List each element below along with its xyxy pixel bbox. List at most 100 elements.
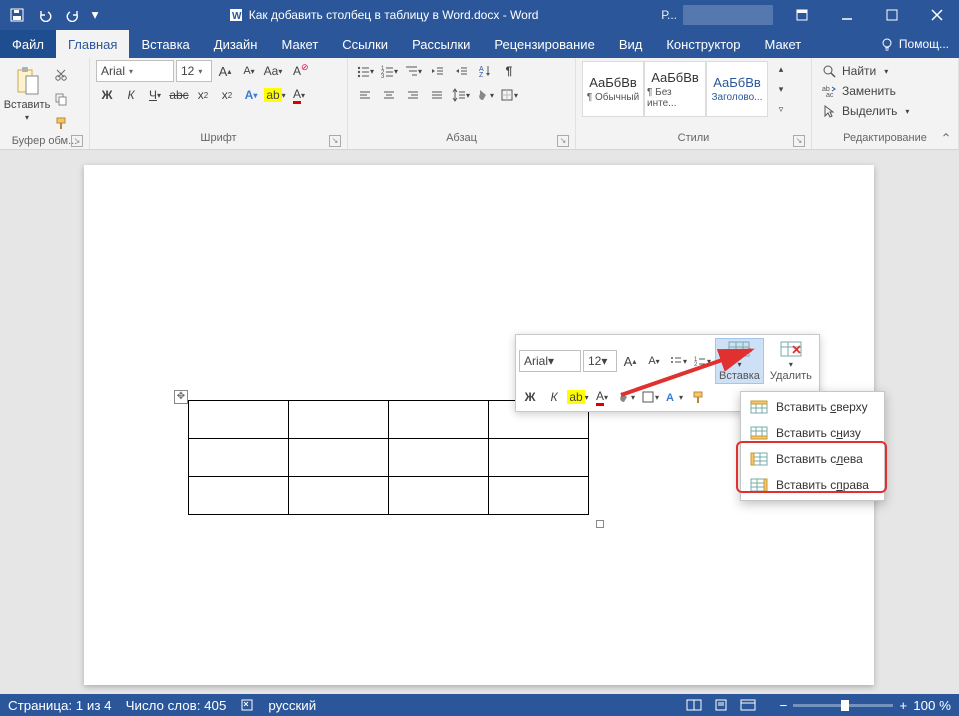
replace-button[interactable]: abacЗаменить: [818, 82, 913, 100]
minimize-button[interactable]: [824, 0, 869, 30]
decrease-indent-button[interactable]: [426, 60, 448, 82]
tab-insert[interactable]: Вставка: [129, 30, 201, 58]
zoom-out[interactable]: −: [780, 698, 788, 713]
grow-font-button[interactable]: A▴: [214, 60, 236, 82]
select-button[interactable]: Выделить▾: [818, 102, 913, 120]
show-marks-button[interactable]: ¶: [498, 60, 520, 82]
numbering-button[interactable]: 123▾: [378, 60, 400, 82]
redo-button[interactable]: [60, 1, 86, 29]
zoom-value[interactable]: 100 %: [913, 698, 951, 713]
mini-shrink-font[interactable]: A▾: [643, 350, 665, 372]
ribbon-display-button[interactable]: [779, 0, 824, 30]
mini-styles[interactable]: A▾: [663, 386, 685, 408]
sort-button[interactable]: AZ: [474, 60, 496, 82]
superscript-button[interactable]: x2: [216, 84, 238, 106]
mini-borders[interactable]: ▾: [639, 386, 661, 408]
bullets-button[interactable]: ▾: [354, 60, 376, 82]
menu-insert-below[interactable]: Вставить снизу: [743, 420, 882, 446]
increase-indent-button[interactable]: [450, 60, 472, 82]
tab-review[interactable]: Рецензирование: [482, 30, 606, 58]
tab-design[interactable]: Дизайн: [202, 30, 270, 58]
styles-scroll-up[interactable]: ▴: [770, 60, 792, 78]
tab-mailings[interactable]: Рассылки: [400, 30, 482, 58]
mini-numbering[interactable]: 12▾: [691, 350, 713, 372]
qat-customize-button[interactable]: ▾: [88, 1, 102, 29]
collapse-ribbon-button[interactable]: ⌃: [937, 131, 955, 147]
underline-button[interactable]: Ч▾: [144, 84, 166, 106]
undo-button[interactable]: [32, 1, 58, 29]
highlight-button[interactable]: ab▾: [264, 84, 286, 106]
close-button[interactable]: [914, 0, 959, 30]
find-button[interactable]: Найти▾: [818, 62, 913, 80]
style-heading1[interactable]: АаБбВвЗаголово...: [706, 61, 768, 117]
tab-home[interactable]: Главная: [56, 30, 129, 58]
font-dialog-launcher[interactable]: ↘: [329, 135, 341, 147]
mini-highlight[interactable]: ab▾: [567, 386, 589, 408]
maximize-button[interactable]: [869, 0, 914, 30]
style-normal[interactable]: АаБбВв¶ Обычный: [582, 61, 644, 117]
menu-insert-right[interactable]: Вставить справа: [743, 472, 882, 498]
mini-font-color[interactable]: A▾: [591, 386, 613, 408]
paragraph-dialog-launcher[interactable]: ↘: [557, 135, 569, 147]
line-spacing-button[interactable]: ▾: [450, 84, 472, 106]
mini-italic[interactable]: К: [543, 386, 565, 408]
mini-format-painter[interactable]: [687, 386, 709, 408]
tab-table-design[interactable]: Конструктор: [654, 30, 752, 58]
cut-button[interactable]: [50, 64, 72, 86]
mini-delete-split[interactable]: ▾ Удалить: [766, 338, 816, 384]
document-area[interactable]: ✥ Arial▾ 12▾ A▴ A▾ ▾ 12▾ ▾ Вставка ▾ Уда…: [0, 150, 959, 694]
styles-scroll-down[interactable]: ▾: [770, 80, 792, 98]
table-move-handle[interactable]: ✥: [174, 390, 188, 404]
font-color-button[interactable]: A▾: [288, 84, 310, 106]
zoom-slider[interactable]: [793, 704, 893, 707]
view-read-mode[interactable]: [686, 695, 712, 715]
strikethrough-button[interactable]: abc: [168, 84, 190, 106]
multilevel-list-button[interactable]: ▾: [402, 60, 424, 82]
status-proofing-icon[interactable]: [240, 698, 254, 712]
menu-insert-above[interactable]: Вставить сверху: [743, 394, 882, 420]
borders-button[interactable]: ▾: [498, 84, 520, 106]
shrink-font-button[interactable]: A▾: [238, 60, 260, 82]
mini-shading[interactable]: ▾: [615, 386, 637, 408]
font-name-combo[interactable]: Arial▾: [96, 60, 174, 82]
mini-size-combo[interactable]: 12▾: [583, 350, 617, 372]
text-effects-button[interactable]: A▾: [240, 84, 262, 106]
align-left-button[interactable]: [354, 84, 376, 106]
document-table[interactable]: [188, 400, 589, 515]
align-right-button[interactable]: [402, 84, 424, 106]
paste-button[interactable]: Вставить ▾: [6, 60, 48, 123]
mini-bold[interactable]: Ж: [519, 386, 541, 408]
tab-layout[interactable]: Макет: [269, 30, 330, 58]
mini-insert-split[interactable]: ▾ Вставка: [715, 338, 764, 384]
tab-table-layout[interactable]: Макет: [752, 30, 813, 58]
view-web-layout[interactable]: [740, 695, 766, 715]
tab-references[interactable]: Ссылки: [330, 30, 400, 58]
change-case-button[interactable]: Aa▾: [262, 60, 284, 82]
shading-button[interactable]: ▾: [474, 84, 496, 106]
font-size-combo[interactable]: 12▾: [176, 60, 212, 82]
zoom-in[interactable]: +: [899, 698, 907, 713]
clear-formatting-button[interactable]: A⊘: [286, 60, 308, 82]
menu-insert-left[interactable]: Вставить слева: [743, 446, 882, 472]
view-print-layout[interactable]: [713, 695, 739, 715]
mini-bullets[interactable]: ▾: [667, 350, 689, 372]
tab-view[interactable]: Вид: [607, 30, 655, 58]
styles-dialog-launcher[interactable]: ↘: [793, 135, 805, 147]
copy-button[interactable]: [50, 88, 72, 110]
table-resize-handle[interactable]: [596, 520, 604, 528]
style-no-spacing[interactable]: АаБбВв¶ Без инте...: [644, 61, 706, 117]
account-area[interactable]: [683, 5, 773, 25]
bold-button[interactable]: Ж: [96, 84, 118, 106]
status-page[interactable]: Страница: 1 из 4: [8, 698, 112, 713]
align-center-button[interactable]: [378, 84, 400, 106]
format-painter-button[interactable]: [50, 112, 72, 134]
save-button[interactable]: [4, 1, 30, 29]
status-word-count[interactable]: Число слов: 405: [126, 698, 227, 713]
mini-font-combo[interactable]: Arial▾: [519, 350, 581, 372]
mini-grow-font[interactable]: A▴: [619, 350, 641, 372]
status-language[interactable]: русский: [268, 698, 316, 713]
tell-me[interactable]: Помощ...: [870, 30, 959, 58]
subscript-button[interactable]: x2: [192, 84, 214, 106]
clipboard-dialog-launcher[interactable]: ↘: [71, 135, 83, 147]
italic-button[interactable]: К: [120, 84, 142, 106]
